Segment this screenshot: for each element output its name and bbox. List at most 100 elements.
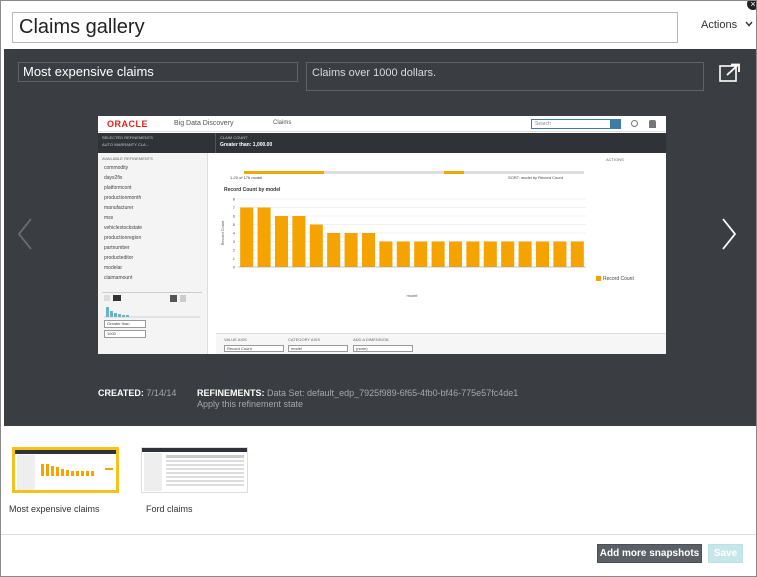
dialog-header: Claims gallery Actions	[1, 1, 756, 49]
claims-gallery-dialog: Claims gallery Actions × Most expensive …	[0, 0, 757, 577]
available-refinements-label: AVAILABLE REFINEMENTS	[102, 156, 153, 161]
user-icon	[649, 120, 656, 128]
y-tick-label: 3	[233, 239, 236, 244]
created-label: CREATED:	[98, 388, 144, 398]
refinement-item: productionmonth	[104, 195, 142, 201]
chart-bar	[414, 241, 428, 267]
previous-arrow-icon[interactable]	[16, 217, 34, 251]
gallery-thumb-most-expensive[interactable]	[12, 447, 119, 493]
chevron-down-icon	[745, 16, 753, 32]
chart-bar	[501, 241, 515, 267]
x-axis-label: model	[407, 293, 418, 298]
gallery-label-ford[interactable]: Ford claims	[146, 504, 193, 514]
chart-title: Record Count by model	[224, 187, 281, 193]
chart-bar	[466, 241, 480, 267]
product-name: Big Data Discovery	[174, 120, 234, 127]
chart-bar	[327, 233, 341, 267]
preview-refinement-panel: AVAILABLE REFINEMENTS commodity days2fix…	[98, 153, 208, 354]
refinement-item: productionregion	[104, 235, 142, 241]
preview-search: Search	[531, 119, 621, 129]
add-more-snapshots-button[interactable]: Add more snapshots	[597, 544, 702, 563]
refinement-item: mss	[104, 215, 114, 221]
chart-bar	[240, 207, 254, 267]
chart-bar	[274, 216, 289, 267]
claim-count-value: Greater than: 1,000.00	[220, 142, 273, 148]
preview-search-placeholder: Search	[535, 121, 551, 127]
value-axis-label: VALUE AXIS	[224, 337, 247, 342]
selected-refinement-item: AUTO WARRANTY CLA...	[102, 142, 150, 147]
refinements-info: REFINEMENTS: Data Set: default_edp_7925f…	[197, 388, 518, 398]
next-arrow-icon[interactable]	[720, 217, 738, 251]
claim-count-label: CLAIM COUNT	[220, 135, 248, 140]
refinement-item: vehiclestockstate	[104, 225, 143, 231]
paging-progress	[244, 171, 584, 174]
preview-refinement-bar: SELECTED REFINEMENTS AUTO WARRANTY CLA..…	[98, 133, 666, 153]
refinement-item: days2fix	[104, 175, 123, 181]
snapshot-description-field[interactable]: Claims over 1000 dollars.	[306, 62, 704, 91]
preview-chart-panel: ACTIONS 1-20 of 176 model SORT: model by…	[216, 153, 666, 354]
refinement-item: modelar	[104, 265, 123, 271]
refinement-item: platformcont	[104, 185, 132, 191]
gallery-label-most-expensive[interactable]: Most expensive claims	[9, 504, 100, 514]
refinement-item: manufacturer	[104, 205, 134, 211]
chart-bar	[448, 241, 463, 267]
value-axis-select: Record Count	[224, 345, 284, 352]
gear-icon	[631, 120, 638, 127]
preview-actions: ACTIONS	[606, 157, 624, 162]
chart-bar	[553, 241, 567, 267]
save-button[interactable]: Save	[708, 544, 743, 563]
refinement-item: claimamount	[104, 275, 133, 281]
created-value: 7/14/14	[146, 388, 177, 398]
paging-label: 1-20 of 176 model	[230, 175, 263, 180]
bar-divider	[215, 133, 216, 153]
chart-bar	[518, 241, 532, 267]
dialog-footer: Add more snapshots Save	[1, 534, 756, 576]
chart-bar	[396, 241, 410, 267]
apply-refinement-link[interactable]: Apply this refinement state	[197, 399, 303, 409]
record-count-chart: Record Count by model 0 1 2 3 4 5 6 7 8 Record Cou…	[220, 187, 586, 298]
chart-bar	[431, 241, 445, 267]
dimension-select: (none)	[353, 345, 413, 352]
chart-bar	[344, 233, 358, 267]
gallery-title-field[interactable]: Claims gallery	[12, 12, 678, 43]
y-tick-label: 8	[233, 197, 236, 202]
filter-value-input: 1000	[104, 330, 146, 338]
dimension-label: ADD A DIMENSION	[353, 337, 389, 342]
refinement-item: commodity	[104, 165, 129, 171]
category-axis-label: CATEGORY AXIS	[288, 337, 321, 342]
chart-bar	[361, 233, 376, 267]
actions-menu-button[interactable]: Actions	[701, 16, 753, 33]
chart-bar	[257, 207, 271, 267]
selected-refinements-label: SELECTED REFINEMENTS	[102, 135, 153, 140]
legend-label: Record Count	[603, 276, 634, 282]
legend-swatch	[596, 276, 601, 281]
y-tick-label: 1	[233, 256, 236, 261]
created-info: CREATED: 7/14/14	[98, 388, 176, 398]
y-tick-label: 0	[233, 265, 236, 270]
preview-tab: Claims	[273, 120, 292, 126]
refinements-label: REFINEMENTS:	[197, 388, 265, 398]
y-tick-label: 5	[233, 222, 236, 227]
search-icon	[610, 120, 620, 128]
refinement-item: partnumber	[104, 245, 130, 251]
chart-config-footer: VALUE AXIS CATEGORY AXIS ADD A DIMENSION…	[216, 333, 666, 354]
chart-toolbar: ACTIONS 1-20 of 176 model SORT: model by…	[216, 153, 666, 183]
refinement-item: producteditor	[104, 255, 134, 261]
close-icon[interactable]: ×	[747, 1, 756, 10]
chart-bar	[570, 241, 584, 267]
chart-bar	[483, 241, 497, 267]
chart-bar	[309, 224, 323, 267]
y-tick-label: 6	[233, 214, 236, 219]
chart-legend: Record Count	[596, 276, 634, 282]
snapshot-stage: Most expensive claims Claims over 1000 d…	[4, 49, 756, 426]
y-axis-label: Record Count	[220, 220, 225, 246]
category-axis-select: model	[288, 345, 348, 352]
gallery-thumb-ford[interactable]	[141, 447, 248, 493]
snapshot-name-field[interactable]: Most expensive claims	[18, 62, 298, 82]
sort-label: SORT: model by Record Count	[508, 175, 563, 180]
open-external-icon[interactable]	[718, 63, 742, 83]
chart-bar	[535, 241, 550, 267]
snapshot-preview: ORACLE Big Data Discovery Claims Search …	[98, 116, 666, 354]
oracle-logo: ORACLE	[107, 119, 148, 129]
chart-bar	[379, 241, 393, 267]
